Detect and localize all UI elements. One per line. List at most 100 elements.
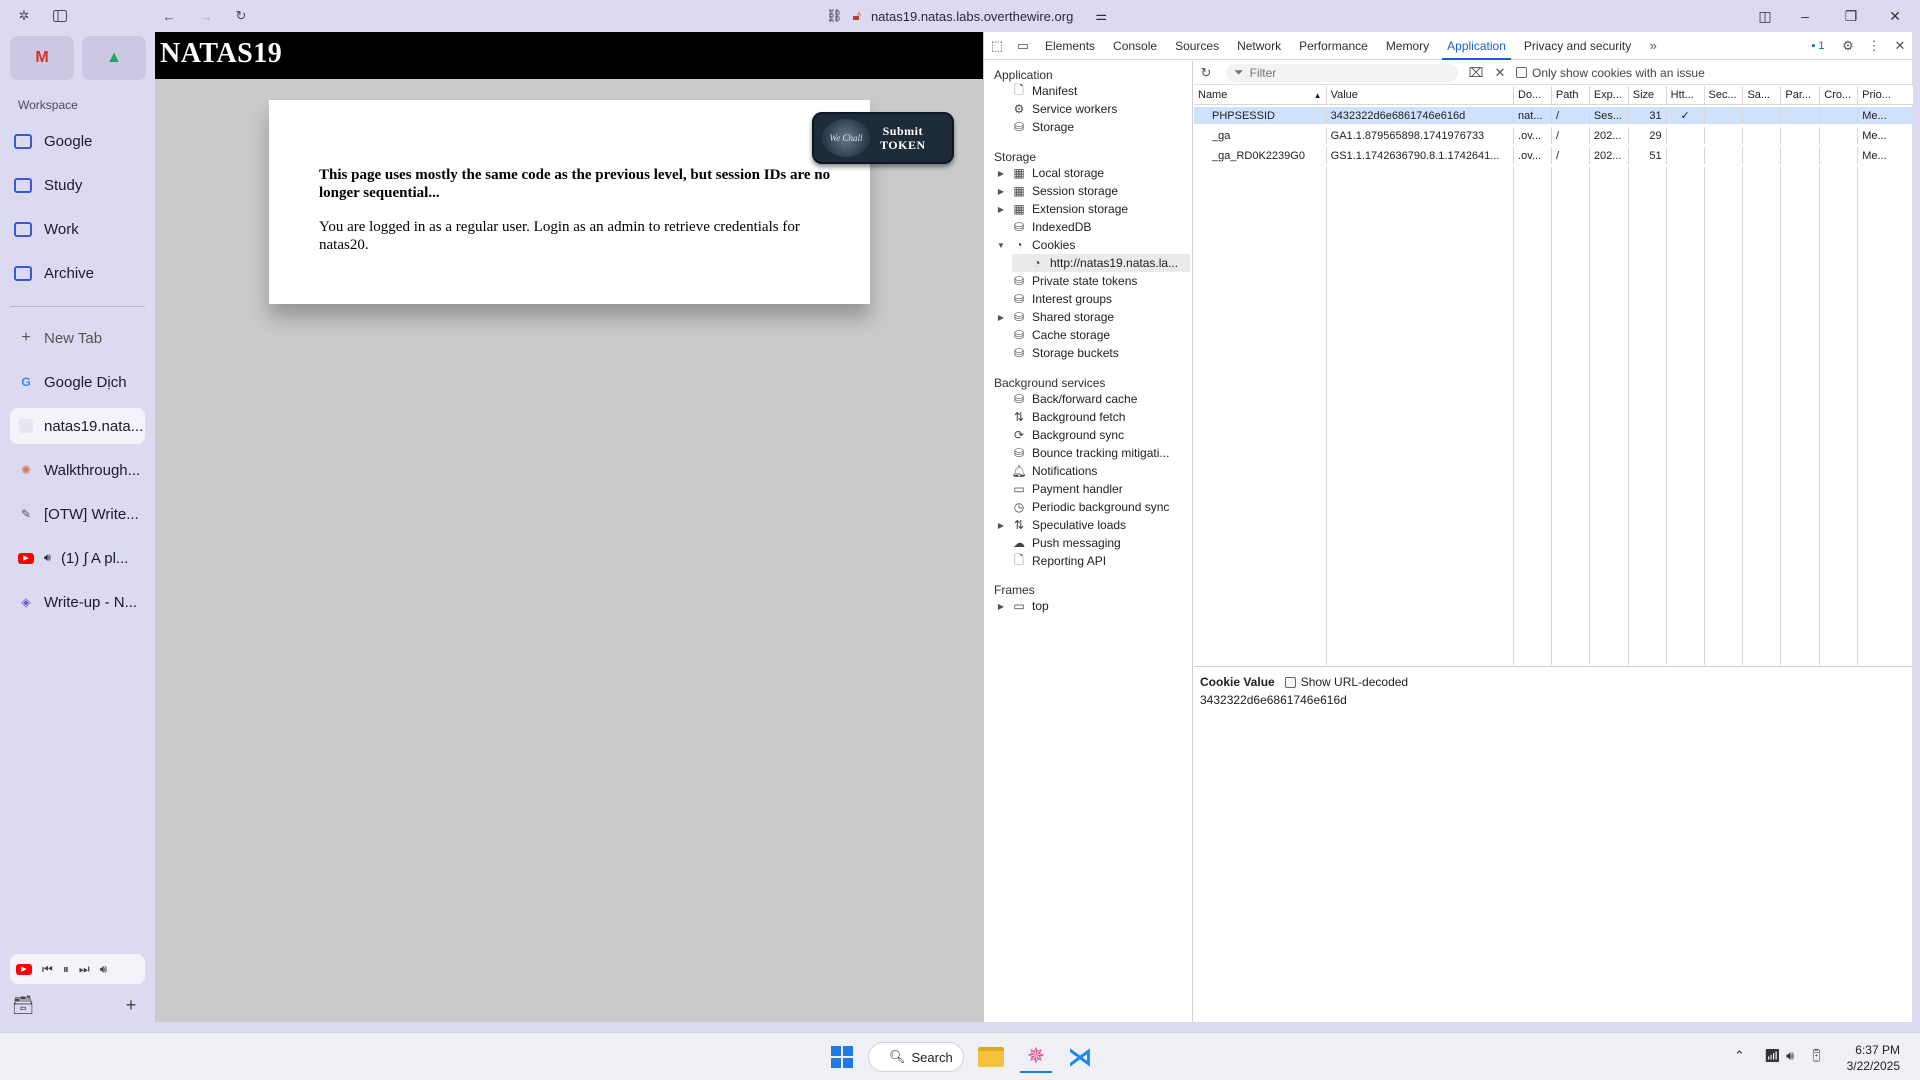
tab-elements[interactable]: Elements (1036, 32, 1104, 60)
nav-private-state-tokens[interactable]: ⛁ Private state tokens (994, 272, 1190, 290)
folder-work[interactable]: Work (14, 214, 79, 244)
tab-memory[interactable]: Memory (1377, 32, 1438, 60)
forward-icon[interactable]: → (196, 6, 216, 26)
wifi-icon[interactable]: 📶︎ (1764, 1048, 1781, 1064)
nav-service-workers[interactable]: ⚙ Service workers (994, 100, 1190, 118)
nav-speculative-loads[interactable]: ▶ ⇅ Speculative loads (994, 516, 1190, 534)
column-header[interactable]: Htt... (1667, 86, 1705, 104)
sidebar-toggle-icon[interactable] (50, 6, 70, 26)
tab-natas19[interactable]: natas19.nata... (10, 408, 145, 444)
tab-write-up[interactable]: ◈ Write-up - N... (10, 584, 145, 620)
nav-notifications[interactable]: 🔔︎ Notifications (994, 462, 1190, 480)
expand-arrow-icon[interactable]: ▶ (994, 187, 1008, 196)
issues-badge[interactable]: ▪ 1 (1801, 32, 1835, 60)
link-icon[interactable]: ⛓ (826, 8, 843, 24)
settings-gear-icon[interactable]: ⚙ (1835, 32, 1861, 60)
taskbar-search[interactable]: 🔍︎ Search (868, 1042, 964, 1072)
expand-arrow-icon[interactable]: ▶ (994, 313, 1008, 322)
expand-arrow-icon[interactable]: ▶ (994, 169, 1008, 178)
column-header[interactable]: Size (1629, 86, 1667, 104)
close-devtools-icon[interactable]: ✕ (1887, 32, 1913, 60)
nav-bounce-tracking[interactable]: ⛁ Bounce tracking mitigati... (994, 444, 1190, 462)
nav-local-storage[interactable]: ▶ ▦ Local storage (994, 164, 1190, 182)
tab-console[interactable]: Console (1104, 32, 1166, 60)
site-settings-icon[interactable]: ⚌ (1095, 8, 1107, 24)
column-header[interactable]: Exp... (1590, 86, 1629, 104)
table-row[interactable]: PHPSESSID 3432322d6e6861746e616d nat... … (1194, 107, 1913, 124)
pause-icon[interactable]: ⏸︎ (63, 962, 69, 977)
folder-archive[interactable]: Archive (14, 258, 94, 288)
tab-google-dich[interactable]: G Google Dịch (10, 364, 145, 400)
tab-privacy-security[interactable]: Privacy and security (1515, 32, 1640, 60)
expand-arrow-icon[interactable]: ▶ (994, 602, 1008, 611)
nav-manifest[interactable]: 🗋︎ Manifest (994, 82, 1190, 100)
audio-playing-icon[interactable]: 🔊︎ (44, 552, 51, 565)
folder-google[interactable]: Google (14, 126, 92, 156)
nav-cache-storage[interactable]: ⛁ Cache storage (994, 326, 1190, 344)
file-explorer-button[interactable] (976, 1041, 1006, 1073)
column-header[interactable]: Value (1327, 86, 1515, 104)
nav-back-forward-cache[interactable]: ⛁ Back/forward cache (994, 390, 1190, 408)
nav-cookies[interactable]: ▼ ◔ Cookies (994, 236, 1190, 254)
nav-push-messaging[interactable]: ☁ Push messaging (994, 534, 1190, 552)
cookie-value-text[interactable]: 3432322d6e6861746e616d (1200, 693, 1347, 707)
collapse-arrow-icon[interactable]: ▼ (994, 241, 1008, 250)
table-row[interactable]: _ga_RD0K2239G0 GS1.1.1742636790.8.1.1742… (1194, 147, 1913, 164)
pinned-gmail[interactable]: M (10, 36, 74, 80)
close-window-button[interactable]: ✕ (1880, 4, 1910, 28)
column-header[interactable]: Sec... (1705, 86, 1744, 104)
tab-sources[interactable]: Sources (1166, 32, 1228, 60)
system-clock[interactable]: 6:37 PM 3/22/2025 (1847, 1042, 1900, 1074)
browser-menu-icon[interactable]: ✲ (14, 6, 34, 26)
show-url-decoded-checkbox[interactable] (1284, 676, 1296, 688)
folder-study[interactable]: Study (14, 170, 82, 200)
nav-indexeddb[interactable]: ⛁ IndexedDB (994, 218, 1190, 236)
archive-box-icon[interactable]: 🗃︎ (12, 994, 35, 1016)
more-options-icon[interactable]: ⋮ (1861, 32, 1887, 60)
nav-storage-buckets[interactable]: ⛁ Storage buckets (994, 344, 1190, 362)
back-icon[interactable]: ← (159, 6, 179, 26)
nav-storage[interactable]: ⛁ Storage (994, 118, 1190, 136)
inspect-element-icon[interactable]: ⬚ (984, 32, 1010, 60)
column-header[interactable]: Cro... (1820, 86, 1859, 104)
delete-selected-icon[interactable]: ✕ (1488, 59, 1512, 87)
clear-filtered-cookies-icon[interactable]: ⌧ (1464, 59, 1488, 87)
nav-reporting-api[interactable]: 🗋︎ Reporting API (994, 552, 1190, 570)
browser-taskbar-button[interactable]: ✵ (1020, 1041, 1052, 1073)
nav-session-storage[interactable]: ▶ ▦ Session storage (994, 182, 1190, 200)
minimize-button[interactable]: – (1790, 4, 1820, 28)
volume-icon[interactable]: 🔊︎ (100, 962, 108, 977)
show-hidden-icons[interactable]: ⌃ (1734, 1048, 1745, 1064)
tab-otw-write[interactable]: ✎ [OTW] Write... (10, 496, 145, 532)
nav-cookie-origin[interactable]: ◔ http://natas19.natas.la... (1012, 254, 1190, 272)
pinned-google-drive[interactable]: ▲ (82, 36, 146, 80)
nav-extension-storage[interactable]: ▶ ▦ Extension storage (994, 200, 1190, 218)
device-toolbar-icon[interactable]: ▭ (1010, 32, 1036, 60)
column-header[interactable]: Sa... (1743, 86, 1782, 104)
column-header[interactable]: Path (1552, 86, 1590, 104)
nav-background-sync[interactable]: ⟳ Background sync (994, 426, 1190, 444)
start-button[interactable] (828, 1041, 856, 1073)
more-tabs-icon[interactable]: » (1640, 32, 1666, 60)
restore-button[interactable]: ❐ (1836, 4, 1866, 28)
table-row[interactable]: _ga GA1.1.879565898.1741976733 .ov... / … (1194, 127, 1913, 144)
only-issues-checkbox[interactable] (1516, 67, 1527, 78)
nav-payment-handler[interactable]: ▭ Payment handler (994, 480, 1190, 498)
not-secure-lock-icon[interactable]: 🔓︎ (853, 8, 861, 24)
url-text[interactable]: natas19.natas.labs.overthewire.org (871, 9, 1073, 24)
new-tab-button[interactable]: + New Tab (10, 320, 145, 356)
filter-input[interactable] (1249, 65, 1440, 80)
speaker-icon[interactable]: 🔊︎ (1786, 1048, 1794, 1064)
reload-icon[interactable]: ↻ (231, 6, 251, 26)
address-bar[interactable]: ⛓ 🔓︎ natas19.natas.labs.overthewire.org … (826, 5, 1107, 27)
tab-performance[interactable]: Performance (1290, 32, 1377, 60)
tab-youtube[interactable]: ▶ 🔊︎ (1) ∫ A pl... (10, 540, 145, 576)
expand-arrow-icon[interactable]: ▶ (994, 521, 1008, 530)
next-track-icon[interactable]: ⏭︎ (79, 962, 90, 977)
split-view-icon[interactable]: ◫ (1750, 4, 1780, 28)
nav-periodic-background-sync[interactable]: ◷ Periodic background sync (994, 498, 1190, 516)
vscode-button[interactable]: ⋊ (1064, 1041, 1096, 1073)
nav-shared-storage[interactable]: ▶ ⛁ Shared storage (994, 308, 1190, 326)
column-header[interactable]: Name ▲ (1194, 86, 1327, 104)
nav-interest-groups[interactable]: ⛁ Interest groups (994, 290, 1190, 308)
